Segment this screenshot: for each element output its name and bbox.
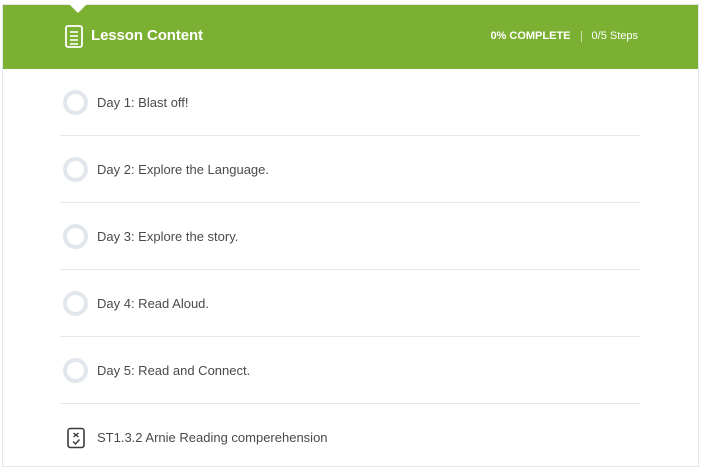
lesson-item-day-3[interactable]: Day 3: Explore the story. [60, 203, 640, 270]
lesson-content-header: Lesson Content 0% COMPLETE 0/5 Steps [3, 4, 698, 69]
lesson-item-label: Day 5: Read and Connect. [97, 362, 251, 378]
lesson-content-panel: Lesson Content 0% COMPLETE 0/5 Steps Day… [2, 4, 699, 467]
lesson-item-label: Day 3: Explore the story. [97, 228, 239, 244]
lesson-item-label: Day 2: Explore the Language. [97, 161, 270, 177]
lesson-item-day-5[interactable]: Day 5: Read and Connect. [60, 337, 640, 404]
lesson-item-day-2[interactable]: Day 2: Explore the Language. [60, 136, 640, 203]
quiz-item[interactable]: ST1.3.2 Arnie Reading comperehension [60, 404, 640, 471]
incomplete-circle-icon [63, 290, 88, 316]
lesson-item-label: Day 1: Blast off! [97, 94, 189, 110]
steps-count: 0/5 Steps [591, 30, 638, 42]
incomplete-circle-icon [63, 357, 88, 383]
incomplete-circle-icon [63, 89, 88, 115]
quiz-icon [67, 427, 85, 448]
quiz-item-label: ST1.3.2 Arnie Reading comperehension [97, 430, 328, 445]
progress-percent: 0% COMPLETE [490, 30, 571, 42]
header-notch [69, 4, 87, 13]
page-title: Lesson Content [91, 27, 203, 44]
lesson-item-day-1[interactable]: Day 1: Blast off! [60, 69, 640, 136]
progress-summary: 0% COMPLETE 0/5 Steps [490, 30, 638, 42]
document-list-icon [65, 25, 83, 48]
lesson-item-label: Day 4: Read Aloud. [97, 295, 210, 311]
lesson-list: Day 1: Blast off! Day 2: Explore the Lan… [60, 69, 640, 471]
incomplete-circle-icon [63, 156, 88, 182]
divider [580, 30, 582, 42]
incomplete-circle-icon [63, 223, 88, 249]
lesson-item-day-4[interactable]: Day 4: Read Aloud. [60, 270, 640, 337]
